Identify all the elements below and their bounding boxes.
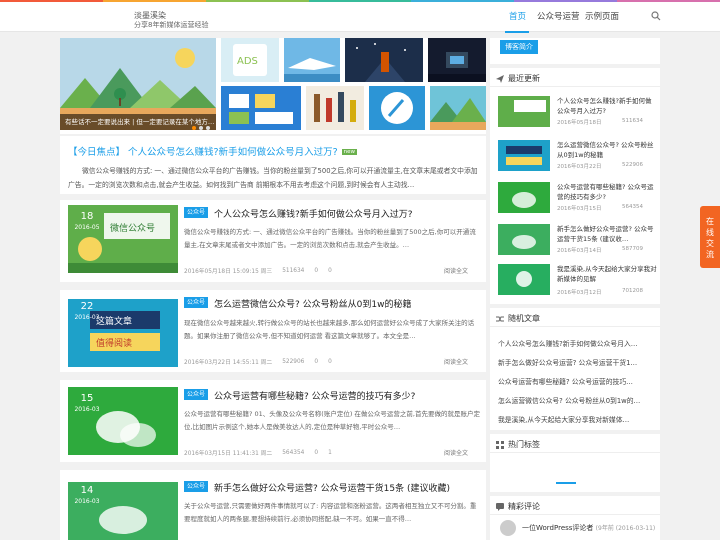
article-date: 14 2016-03 (74, 485, 100, 505)
article-category[interactable]: 公众号 (184, 389, 209, 400)
article-meta: 2016年05月18日 15:09:15 周三 511634 0 0 (184, 266, 332, 276)
recent-title[interactable]: 公众号运营有哪些秘籍? 公众号运营的技巧有多少? (557, 182, 657, 202)
article-excerpt: 微信公众号赚钱的方式: 一、通过微信公众平台的广告赚钱。当你的粉丝量到了500之… (184, 228, 476, 249)
article-date: 22 2016-03 (74, 301, 100, 321)
recent-thumbnail[interactable] (498, 264, 550, 295)
tags-slider-indicator[interactable] (556, 482, 576, 484)
article-date-text: 2016年03月22日 14:55:11 周二 (184, 360, 273, 366)
article-title[interactable]: 怎么运营微信公众号? 公众号粉丝从0到1w的秘籍 (214, 297, 411, 310)
banner-thumb[interactable] (306, 86, 364, 130)
recent-views: 587709 (622, 246, 643, 252)
recent-date: 2016年03月12日 (557, 290, 602, 296)
article-title[interactable]: 公众号运营有哪些秘籍? 公众号运营的技巧有多少? (214, 389, 415, 402)
article-category[interactable]: 公众号 (184, 297, 209, 308)
recent-heading: 最近更新 (496, 73, 540, 84)
read-more-link[interactable]: 阅读全文 (444, 357, 468, 366)
nav-sample-page[interactable]: 示例页面 (585, 10, 619, 22)
shuffle-icon (496, 316, 504, 321)
online-chat-tab[interactable]: 在线交流 (700, 206, 720, 268)
avatar (500, 520, 516, 536)
nav-active-indicator (505, 31, 529, 33)
article-date-text: 2016年05月18日 15:09:15 周三 (184, 269, 273, 275)
views-count: 511634 (282, 267, 305, 274)
banner-thumb[interactable] (345, 38, 423, 82)
recent-date: 2016年03月15日 (557, 206, 602, 212)
article-category[interactable]: 公众号 (184, 481, 209, 492)
random-item[interactable]: 个人公众号怎么赚钱?新手如何做公众号月入… (498, 338, 654, 348)
random-item[interactable]: 公众号运营有哪些秘籍? 公众号运营的技巧… (498, 376, 654, 386)
views-count: 564354 (282, 449, 305, 456)
article-excerpt: 现在微信公众号越来越火,转行做公众号的站长也越来越多,那么如何运营好公众号成了大… (184, 319, 475, 340)
article-title[interactable]: 新手怎么做好公众号运营? 公众号运营干货15条 (建议收藏) (214, 481, 450, 494)
comment-icon (496, 502, 504, 511)
svg-text:微信公众号: 微信公众号 (110, 222, 155, 234)
svg-text:值得阅读: 值得阅读 (96, 337, 132, 349)
likes-count: 0 (328, 358, 332, 365)
article-excerpt: 关于公众号运营,只需要做好两件事情就可以了: 内容运营和涨粉运营。这两者相互独立… (184, 502, 477, 523)
search-icon[interactable] (651, 11, 661, 21)
focus-excerpt: 微信公众号赚钱的方式: 一、通过微信公众平台的广告赚钱。当你的粉丝量到了500之… (68, 167, 478, 189)
likes-count: 1 (328, 449, 332, 456)
random-item[interactable]: 我是溪染,从今天起给大家分享我对新媒体… (498, 414, 654, 424)
recent-views: 511634 (622, 118, 643, 124)
recent-thumbnail[interactable] (498, 140, 550, 171)
banner-thumb[interactable] (369, 86, 425, 130)
nav-home[interactable]: 首页 (509, 10, 526, 22)
recent-title[interactable]: 怎么运营微信公众号? 公众号粉丝从0到1w的秘籍 (557, 140, 657, 160)
banner-dots[interactable] (192, 126, 210, 130)
recent-thumbnail[interactable] (498, 96, 550, 127)
random-item[interactable]: 新手怎么做好公众号运营? 公众号运营干货1… (498, 357, 654, 367)
focus-title[interactable]: 【今日焦点】 个人公众号怎么赚钱?新手如何做公众号月入过万? new (68, 144, 357, 158)
random-heading: 随机文章 (496, 313, 540, 324)
article-title[interactable]: 个人公众号怎么赚钱?新手如何做公众号月入过万? (214, 207, 413, 220)
read-more-link[interactable]: 阅读全文 (444, 266, 468, 275)
recent-date: 2016年03月22日 (557, 164, 602, 170)
banner-thumb[interactable] (430, 86, 486, 130)
banner-thumb[interactable]: ADS (221, 38, 279, 82)
article-excerpt: 公众号运营有哪些秘籍? 01、头像及公众号名称(账户定位) 在做公众号运营之前,… (184, 410, 480, 431)
svg-text:ADS: ADS (237, 56, 258, 67)
comment-author[interactable]: 一位WordPress评论者 (9年前 (2016-03-11) (522, 523, 655, 533)
recent-thumbnail[interactable] (498, 182, 550, 213)
article-date-text: 2016年03月15日 11:41:31 周二 (184, 451, 273, 457)
recent-date: 2016年03月14日 (557, 248, 602, 254)
comments-heading: 精彩评论 (496, 501, 540, 512)
recent-views: 522906 (622, 162, 643, 168)
site-header: 淡墨溪染 分享8年新媒体运营经验 首页 公众号运营 示例页面 (0, 2, 720, 33)
site-subtitle: 分享8年新媒体运营经验 (134, 21, 209, 29)
comments-count: 0 (314, 358, 319, 365)
blog-intro-tab[interactable]: 博客简介 (500, 40, 538, 54)
article-category[interactable]: 公众号 (184, 207, 209, 218)
random-item[interactable]: 怎么运营微信公众号? 公众号粉丝从0到1w的… (498, 395, 654, 405)
article-meta: 2016年03月22日 14:55:11 周二 522906 0 0 (184, 357, 332, 367)
recent-title[interactable]: 新手怎么做好公众号运营? 公众号运营干货15条 (建议收… (557, 224, 657, 244)
new-badge: new (341, 149, 357, 155)
views-count: 522906 (282, 358, 305, 365)
likes-count: 0 (328, 267, 332, 274)
tags-heading: 热门标签 (496, 439, 540, 450)
comments-count: 0 (314, 449, 319, 456)
recent-title[interactable]: 个人公众号怎么赚钱?新手如何做公众号月入过万? (557, 96, 657, 116)
read-more-link[interactable]: 阅读全文 (444, 448, 468, 457)
article-meta: 2016年03月15日 11:41:31 周二 564354 0 1 (184, 448, 332, 458)
nav-wechat-ops[interactable]: 公众号运营 (537, 10, 580, 22)
article-date: 18 2016-05 (74, 211, 100, 231)
send-icon (496, 74, 504, 83)
recent-views: 701208 (622, 288, 643, 294)
recent-views: 564354 (622, 204, 643, 210)
banner-thumb[interactable] (221, 86, 301, 130)
comments-count: 0 (314, 267, 319, 274)
grid-icon (496, 440, 504, 449)
banner-thumb[interactable] (428, 38, 486, 82)
recent-thumbnail[interactable] (498, 224, 550, 255)
banner-thumb[interactable] (284, 38, 340, 82)
article-date: 15 2016-03 (74, 393, 100, 413)
recent-title[interactable]: 我是溪染,从今天起给大家分享我对新媒体的见解 (557, 264, 657, 284)
recent-date: 2016年05月18日 (557, 120, 602, 126)
